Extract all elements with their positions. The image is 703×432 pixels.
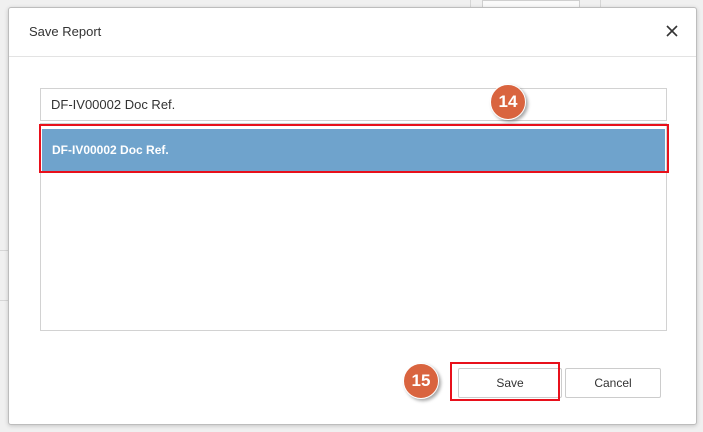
- cancel-button[interactable]: Cancel: [565, 368, 661, 398]
- step-badge-15: 15: [403, 363, 439, 399]
- step-badge-14: 14: [490, 84, 526, 120]
- report-list-item-selected[interactable]: DF-IV00002 Doc Ref.: [42, 129, 665, 171]
- dialog-header: Save Report: [9, 8, 696, 57]
- report-name-input[interactable]: [40, 88, 667, 121]
- dialog-title: Save Report: [29, 24, 102, 39]
- background-divider: [0, 300, 8, 301]
- save-report-dialog: Save Report DF-IV00002 Doc Ref. Save Can…: [8, 7, 697, 425]
- background-divider: [0, 250, 8, 251]
- report-list: DF-IV00002 Doc Ref.: [40, 123, 667, 331]
- close-button[interactable]: [662, 21, 682, 41]
- save-button[interactable]: Save: [458, 368, 562, 398]
- close-icon: [666, 25, 678, 37]
